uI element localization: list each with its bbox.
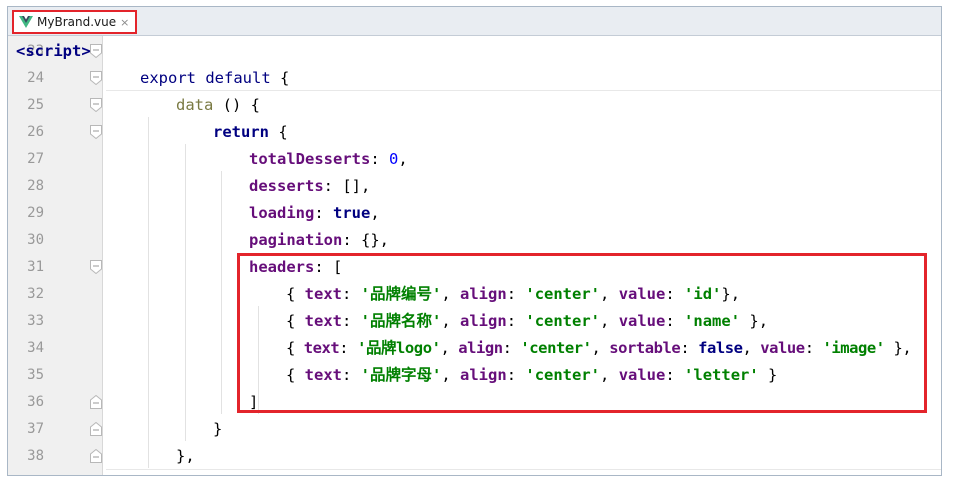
line-number: 24 <box>27 70 44 86</box>
fold-close-icon[interactable] <box>90 395 102 409</box>
line-number: 35 <box>27 367 44 383</box>
fold-open-icon[interactable] <box>90 44 102 58</box>
fold-close-icon[interactable] <box>90 422 102 436</box>
code-text: data () { <box>176 96 260 114</box>
code-line[interactable]: 38 }, <box>8 443 941 470</box>
line-number: 28 <box>27 178 44 194</box>
line-number: 34 <box>27 340 44 356</box>
editor-tab-bar: MyBrand.vue × <box>8 7 941 36</box>
code-text: } <box>213 420 223 438</box>
tab-filename: MyBrand.vue <box>37 15 117 29</box>
line-number: 37 <box>27 421 44 437</box>
headers-highlight-box <box>237 253 927 413</box>
code-line[interactable]: 26 return { <box>8 119 941 146</box>
code-line[interactable]: 30 pagination: {}, <box>8 227 941 254</box>
line-number: 27 <box>27 151 44 167</box>
code-line[interactable]: 24 export default { <box>8 65 941 92</box>
code-line[interactable]: 25 data () { <box>8 92 941 119</box>
code-line[interactable]: 28 desserts: [], <box>8 173 941 200</box>
code-line[interactable]: 23 <script> <box>8 38 941 65</box>
line-number: 30 <box>27 232 44 248</box>
fold-open-icon[interactable] <box>90 71 102 85</box>
fold-open-icon[interactable] <box>90 260 102 274</box>
fold-open-icon[interactable] <box>90 125 102 139</box>
fold-open-icon[interactable] <box>90 98 102 112</box>
code-text: return { <box>213 123 288 141</box>
code-text: desserts: [], <box>249 177 371 195</box>
code-text: <script> <box>16 42 91 60</box>
tab-mybrand-vue[interactable]: MyBrand.vue × <box>12 10 137 34</box>
code-text: loading: true, <box>249 204 380 222</box>
vue-icon <box>19 16 33 28</box>
line-number: 31 <box>27 259 44 275</box>
code-text: totalDesserts: 0, <box>249 150 408 168</box>
line-number: 29 <box>27 205 44 221</box>
line-number: 26 <box>27 124 44 140</box>
code-line[interactable]: 37 } <box>8 416 941 443</box>
close-icon[interactable]: × <box>120 16 129 29</box>
code-line[interactable]: 27 totalDesserts: 0, <box>8 146 941 173</box>
code-line[interactable]: 29 loading: true, <box>8 200 941 227</box>
line-number: 38 <box>27 448 44 464</box>
fold-close-icon[interactable] <box>90 449 102 463</box>
code-text: export default { <box>140 69 290 87</box>
code-text: }, <box>176 447 195 465</box>
line-number: 33 <box>27 313 44 329</box>
line-number: 32 <box>27 286 44 302</box>
code-text: pagination: {}, <box>249 231 389 249</box>
line-number: 36 <box>27 394 44 410</box>
line-number: 25 <box>27 97 44 113</box>
